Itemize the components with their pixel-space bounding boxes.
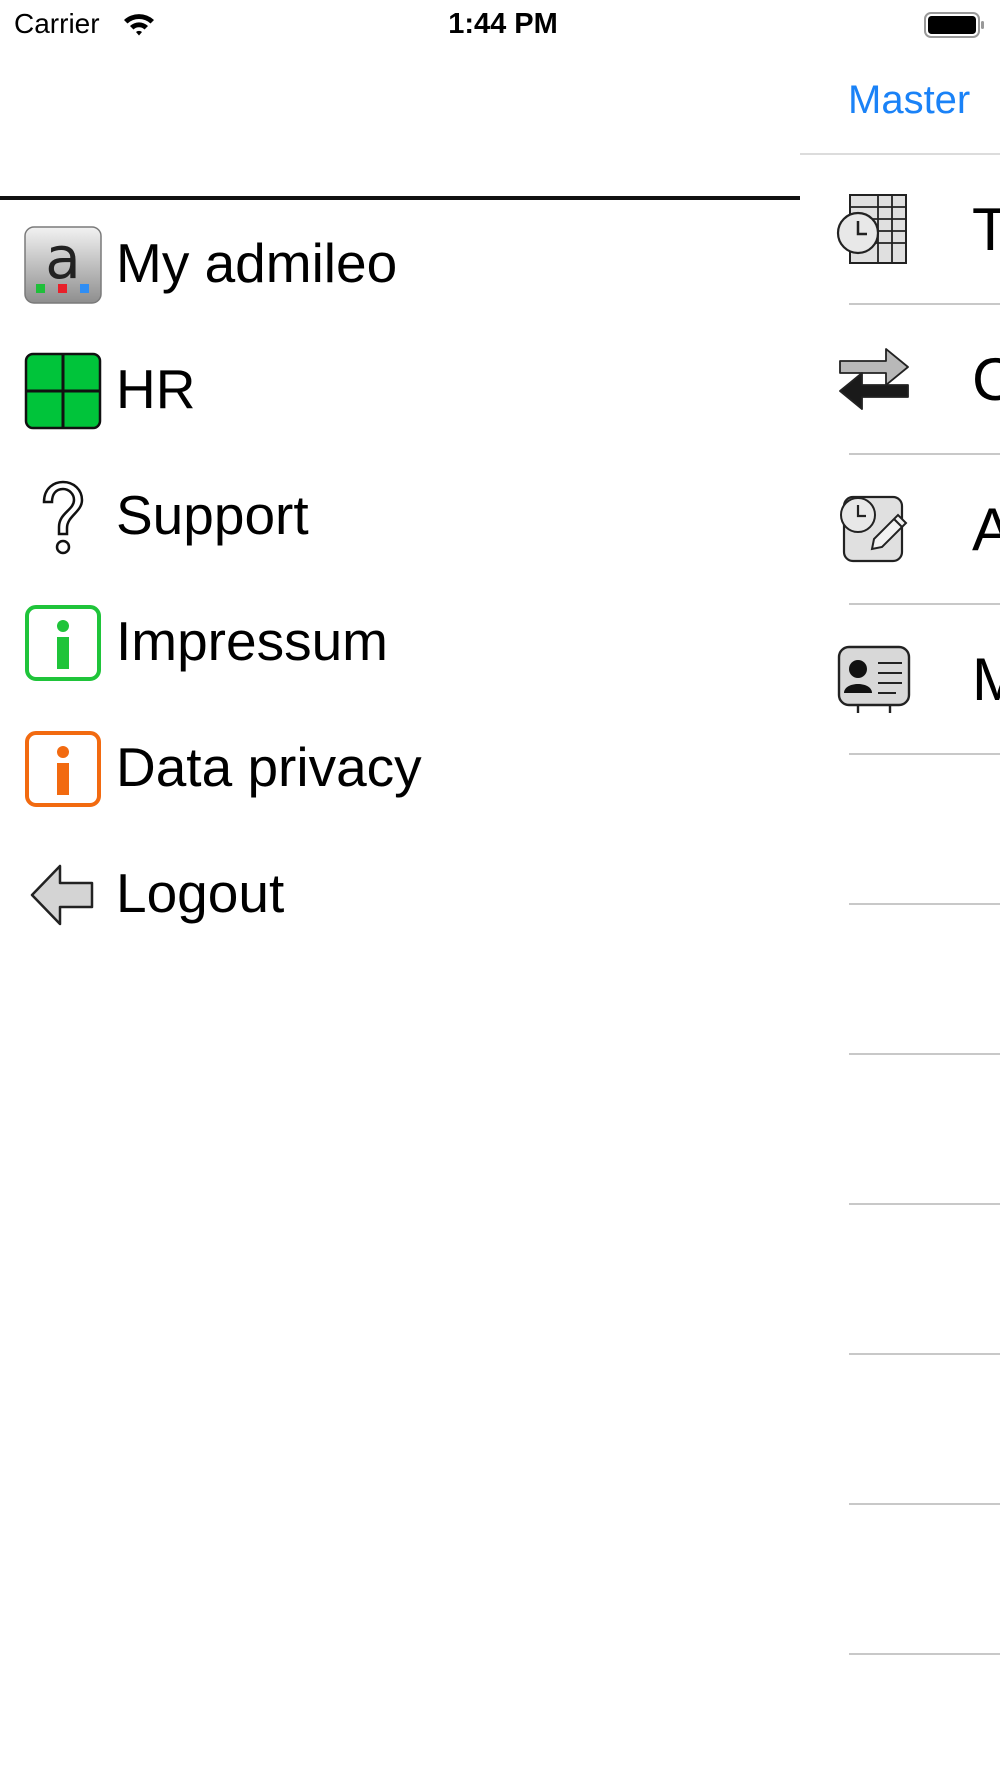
master-row[interactable]: M [800,605,1000,755]
master-row-label: A [972,496,1000,563]
master-row[interactable]: T [800,155,1000,305]
master-row-label: T [972,196,1000,263]
swap-arrows-icon [839,348,909,410]
master-row[interactable]: A [800,455,1000,605]
master-row[interactable]: C [800,305,1000,455]
row-divider [849,753,1000,755]
timesheet-icon [836,194,907,264]
menu-item-support[interactable]: Support [0,452,800,578]
side-menu: a My admileo HR Support Impressum Data p… [0,200,800,956]
menu-item-label: My admileo [116,232,398,294]
row-divider [849,1503,1000,1505]
menu-item-label: Data privacy [116,736,422,798]
master-row-label: C [972,346,1000,413]
menu-item-label: Support [116,484,309,546]
back-arrow-icon [30,864,94,926]
master-panel: Master T C A M [800,0,1000,1778]
master-row-label: M [972,646,1000,713]
row-divider [849,1353,1000,1355]
time-edit-icon [840,495,908,563]
menu-item-label: Logout [116,862,285,924]
row-divider [849,1203,1000,1205]
menu-item-data-privacy[interactable]: Data privacy [0,704,800,830]
menu-item-impressum[interactable]: Impressum [0,578,800,704]
question-mark-icon [42,480,84,555]
menu-item-label: HR [116,358,196,420]
master-back-button[interactable]: Master [848,78,970,123]
menu-item-my-admileo[interactable]: a My admileo [0,200,800,326]
id-card-icon [837,645,911,713]
svg-text:a: a [45,226,81,292]
info-green-icon [25,605,101,681]
row-divider [849,1653,1000,1655]
admileo-logo-icon: a [24,226,102,304]
menu-item-logout[interactable]: Logout [0,830,800,956]
row-divider [849,1053,1000,1055]
menu-item-hr[interactable]: HR [0,326,800,452]
info-orange-icon [25,731,101,807]
menu-item-label: Impressum [116,610,388,672]
hr-grid-icon [24,352,102,430]
row-divider [849,903,1000,905]
